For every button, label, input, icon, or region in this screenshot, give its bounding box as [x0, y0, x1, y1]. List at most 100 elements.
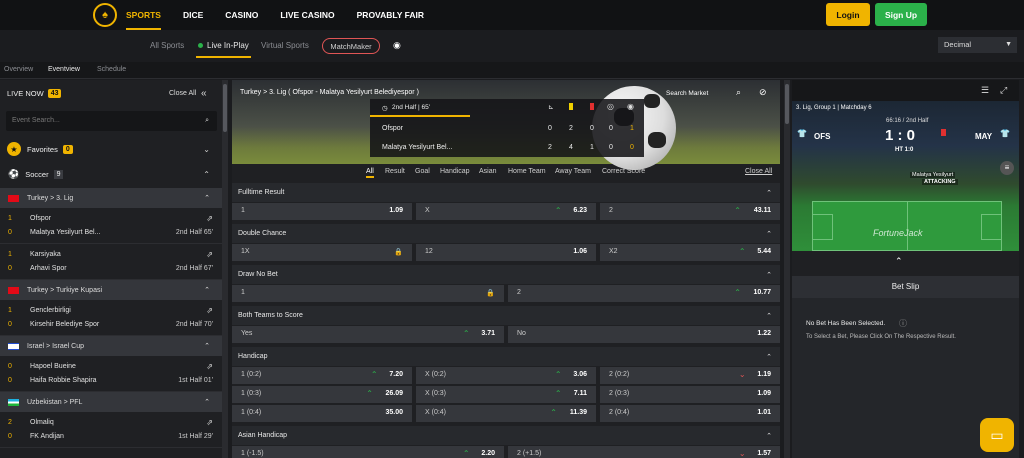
external-link-icon[interactable]: ⇗: [206, 214, 213, 223]
odds-button[interactable]: 2 (+1.5) 1.57 ⌄: [508, 446, 780, 458]
league-name: Turkey > 3. Lig: [27, 194, 74, 202]
tab-result[interactable]: Result: [385, 168, 405, 175]
odds-value: 3.71: [481, 330, 495, 337]
market-title: Handicap: [238, 353, 268, 360]
chat-icon[interactable]: ▭: [980, 418, 1014, 452]
match-row[interactable]: 0 Hapoel Bueine 0 Haifa Robbie Shapira ⇗…: [0, 356, 222, 392]
menu-icon[interactable]: ☰: [981, 85, 989, 96]
market-header[interactable]: Both Teams to Score ⌃: [232, 306, 780, 325]
match-row[interactable]: 1 Genclerbirligi 0 Kirsehir Belediye Spo…: [0, 300, 222, 336]
odds-button[interactable]: X (0:3) 7.11 ⌃: [416, 386, 596, 403]
close-all-markets-link[interactable]: Close All: [745, 168, 772, 175]
stat-value: 2: [548, 144, 552, 151]
odds-button[interactable]: No 1.22: [508, 326, 780, 343]
market-header[interactable]: Draw No Bet ⌃: [232, 265, 780, 284]
signup-button[interactable]: Sign Up: [875, 3, 927, 26]
league-header[interactable]: Turkey > 3. Lig ⌃: [0, 188, 222, 208]
soccer-header[interactable]: ⚽ Soccer 9 ⌃: [0, 163, 222, 185]
odds-button[interactable]: 2 (0:4) 1.01: [600, 405, 780, 422]
odds-button[interactable]: 1X 🔒: [232, 244, 412, 261]
team-row: Malatya Yesilyurt Bel... 2 4 1 0 0: [370, 139, 644, 158]
scrollbar-thumb[interactable]: [785, 84, 789, 124]
market-header[interactable]: Double Chance ⌃: [232, 224, 780, 243]
nav-provably-fair[interactable]: PROVABLY FAIR: [357, 0, 424, 30]
league-name: Turkey > Turkiye Kupasi: [27, 286, 103, 294]
league-header[interactable]: Israel > Israel Cup ⌃: [0, 336, 222, 356]
odds-button[interactable]: 1 (0:4) 35.00: [232, 405, 412, 422]
virtual-sports-link[interactable]: Virtual Sports: [261, 41, 309, 50]
odds-format-select[interactable]: Decimal ▼: [938, 37, 1017, 53]
odds-button[interactable]: 1 (-1.5) 2.20 ⌃: [232, 446, 504, 458]
live-in-play-link[interactable]: Live In-Play: [198, 41, 249, 50]
tab-goal[interactable]: Goal: [415, 168, 430, 175]
league-header[interactable]: Turkey > Turkiye Kupasi ⌃: [0, 280, 222, 300]
stat-value: 0: [590, 125, 594, 132]
logo-icon[interactable]: ♠: [93, 3, 117, 27]
discord-icon[interactable]: ◉: [393, 40, 407, 52]
odds-button[interactable]: 1 1.09: [232, 203, 412, 220]
menu-icon[interactable]: ≡: [1000, 161, 1014, 175]
odds-label: 1X: [241, 248, 250, 255]
odds-button[interactable]: 1 🔒: [232, 285, 504, 302]
tab-handicap[interactable]: Handicap: [440, 168, 470, 175]
external-link-icon[interactable]: ⇗: [206, 306, 213, 315]
tab-home-team[interactable]: Home Team: [508, 168, 546, 175]
nav-sports[interactable]: SPORTS: [126, 0, 161, 30]
odds-button[interactable]: X2 5.44 ⌃: [600, 244, 780, 261]
nav-live-casino[interactable]: LIVE CASINO: [280, 0, 334, 30]
matchmaker-button[interactable]: MatchMaker: [322, 38, 380, 54]
tab-overview[interactable]: Overview: [4, 66, 33, 73]
tab-asian[interactable]: Asian: [479, 168, 497, 175]
eye-off-icon[interactable]: ⊘: [759, 87, 767, 98]
league-header[interactable]: Uzbekistan > PFL ⌃: [0, 392, 222, 412]
flag-turkey-icon: [8, 286, 19, 294]
all-sports-link[interactable]: All Sports: [150, 41, 184, 50]
tab-away-team[interactable]: Away Team: [555, 168, 591, 175]
match-row[interactable]: 1 Ofspor 0 Malatya Yesilyurt Bel... ⇗ 2n…: [0, 208, 222, 244]
center-scrollbar[interactable]: [784, 80, 790, 458]
left-scrollbar[interactable]: [222, 80, 228, 458]
odds-button[interactable]: 12 1.06: [416, 244, 596, 261]
collapse-icon[interactable]: «: [201, 88, 207, 99]
odds-button[interactable]: X 6.23 ⌃: [416, 203, 596, 220]
tab-all[interactable]: All: [366, 168, 374, 178]
odds-label: 1 (0:2): [241, 371, 262, 378]
external-link-icon[interactable]: ⇗: [206, 362, 213, 371]
close-all-link[interactable]: Close All: [169, 90, 196, 97]
external-link-icon[interactable]: ⇗: [206, 418, 213, 427]
attacking-team: Malatya Yesilyurt: [910, 172, 956, 178]
odds-button[interactable]: Yes 3.71 ⌃: [232, 326, 504, 343]
match-row[interactable]: 2 Olmaliq 0 FK Andijan ⇗ 1st Half 29': [0, 412, 222, 448]
search-icon[interactable]: ⌕: [736, 87, 741, 98]
tab-schedule[interactable]: Schedule: [97, 66, 126, 73]
market-header[interactable]: Fulltime Result ⌃: [232, 183, 780, 202]
odds-label: 1: [241, 207, 245, 214]
tab-eventview[interactable]: Eventview: [48, 66, 80, 73]
nav-dice[interactable]: DICE: [183, 0, 203, 30]
match-row[interactable]: 1 Karsiyaka 0 Arhavi Spor ⇗ 2nd Half 67': [0, 244, 222, 280]
login-button[interactable]: Login: [826, 3, 870, 26]
odds-button[interactable]: 2 10.77 ⌃: [508, 285, 780, 302]
market-header[interactable]: Asian Handicap ⌃: [232, 426, 780, 445]
nav-casino[interactable]: CASINO: [225, 0, 258, 30]
odds-button[interactable]: 2 (0:2) 1.19 ⌄: [600, 367, 780, 384]
event-banner: Turkey > 3. Lig ( Ofspor - Malatya Yesil…: [232, 80, 780, 170]
odds-button[interactable]: 1 (0:3) 26.09 ⌃: [232, 386, 412, 403]
odds-button[interactable]: 1 (0:2) 7.20 ⌃: [232, 367, 412, 384]
fullscreen-icon[interactable]: ⤢: [1000, 85, 1007, 96]
odds-button[interactable]: 2 43.11 ⌃: [600, 203, 780, 220]
external-link-icon[interactable]: ⇗: [206, 250, 213, 259]
favorites-header[interactable]: ★ Favorites 0 ⌄: [0, 138, 222, 160]
tab-correct-score[interactable]: Correct Score: [602, 168, 645, 175]
market-header[interactable]: Handicap ⌃: [232, 347, 780, 366]
odds-button[interactable]: 2 (0:3) 1.09: [600, 386, 780, 403]
odds-format-value: Decimal: [944, 40, 972, 49]
scrollbar-thumb[interactable]: [223, 84, 227, 132]
search-market-label[interactable]: Search Market: [666, 90, 708, 97]
odds-value: 1.06: [573, 248, 587, 255]
odds-button[interactable]: X (0:4) 11.39 ⌃: [416, 405, 596, 422]
event-search-input[interactable]: Event Search... ⌕: [6, 111, 217, 131]
chevron-up-icon[interactable]: ⌃: [895, 256, 903, 267]
star-icon: ★: [7, 142, 21, 156]
odds-button[interactable]: X (0:2) 3.06 ⌃: [416, 367, 596, 384]
